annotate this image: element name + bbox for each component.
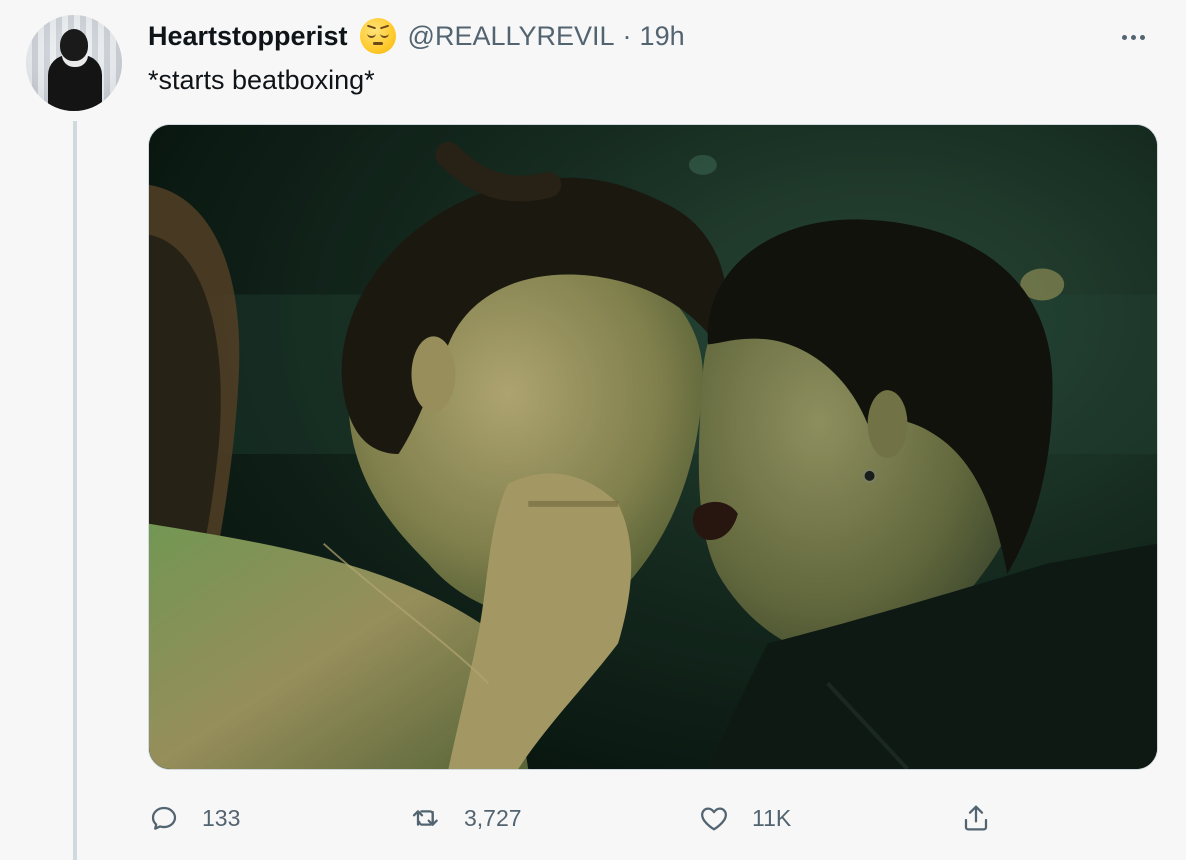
more-dot-icon — [1121, 34, 1127, 40]
author-avatar[interactable] — [26, 15, 122, 111]
heart-icon — [701, 807, 727, 831]
thread-connector-line — [73, 121, 77, 860]
more-dot-icon — [1130, 34, 1136, 40]
reply-button[interactable]: 133 — [148, 796, 240, 840]
retweet-button[interactable]: 3,727 — [410, 796, 522, 840]
like-count: 11K — [752, 804, 792, 831]
more-dot-icon — [1139, 34, 1145, 40]
like-button[interactable]: 11K — [698, 796, 791, 840]
share-button[interactable] — [960, 796, 992, 840]
retweet-icon — [412, 810, 438, 826]
pensive-face-emoji-icon — [359, 18, 396, 54]
tweet-header: Heartstopperist @REALLYREVIL · 19h — [148, 18, 685, 54]
media-still-illustration — [149, 125, 1157, 769]
share-icon — [964, 805, 988, 831]
tweet: Heartstopperist @REALLYREVIL · 19h *star… — [0, 0, 1186, 860]
tweet-text: *starts beatboxing* — [148, 65, 375, 95]
reply-icon — [151, 806, 177, 830]
author-handle[interactable]: @REALLYREVIL — [408, 18, 615, 54]
avatar-figure-head — [60, 29, 88, 61]
retweet-count: 3,727 — [464, 804, 522, 831]
tweet-action-bar: 133 3,727 11K — [148, 796, 1028, 840]
more-options-button[interactable] — [1112, 22, 1154, 52]
tweet-timestamp[interactable]: 19h — [640, 18, 685, 54]
author-display-name[interactable]: Heartstopperist — [148, 18, 348, 54]
tweet-media-image[interactable] — [148, 124, 1158, 770]
header-separator: · — [622, 21, 632, 51]
reply-count: 133 — [202, 804, 241, 831]
